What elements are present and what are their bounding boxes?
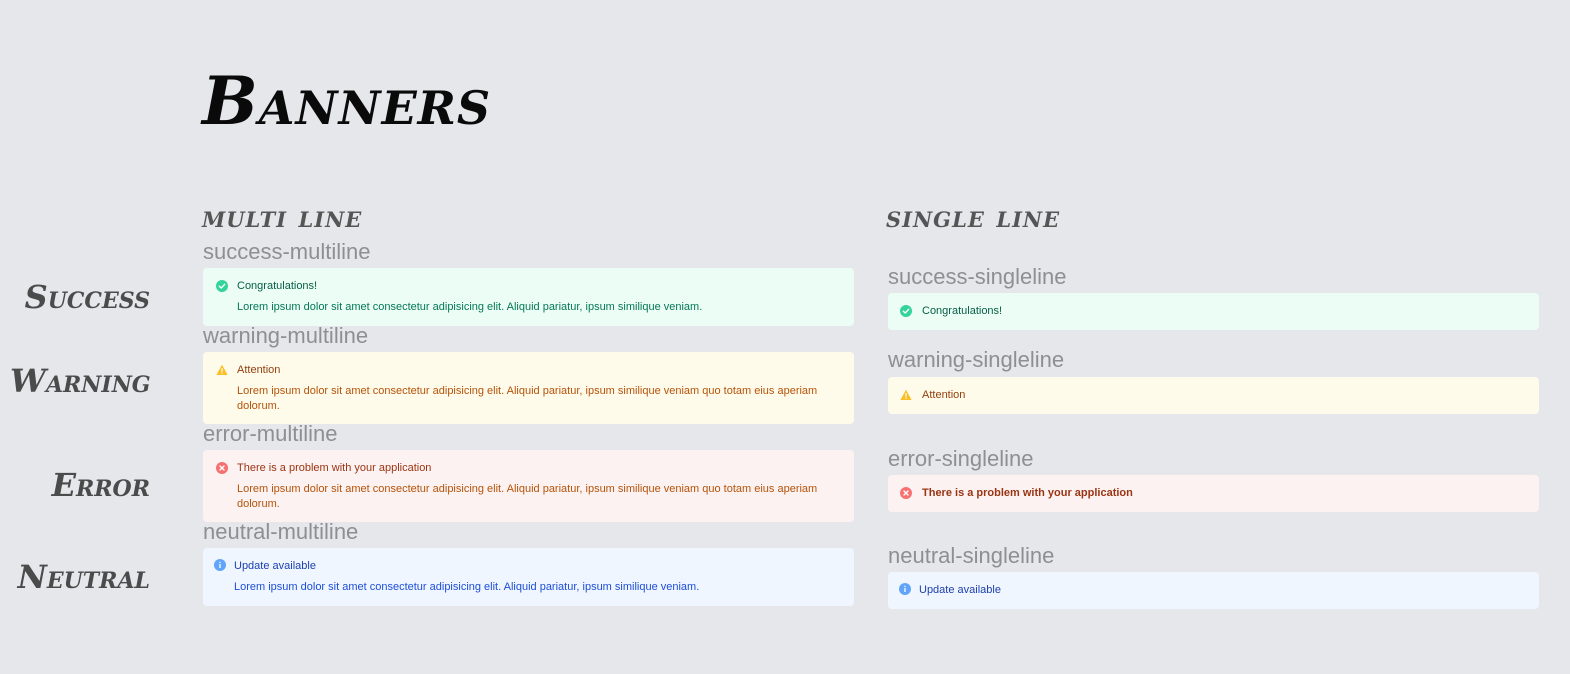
banner-body: Lorem ipsum dolor sit amet consectetur a… — [237, 301, 703, 313]
caption-neutral-singleline: neutral-singleline — [888, 543, 1055, 568]
row-label-neutral: Neutral — [17, 558, 150, 596]
x-circle-icon — [900, 487, 912, 499]
banner-title: There is a problem with your application — [237, 462, 432, 474]
error-banner-singleline: There is a problem with your application — [888, 475, 1539, 512]
warning-banner-multiline: Attention Lorem ipsum dolor sit amet con… — [203, 352, 854, 424]
success-banner-multiline: Congratulations! Lorem ipsum dolor sit a… — [203, 268, 854, 326]
banner-title: There is a problem with your application — [922, 487, 1133, 499]
caption-error-singleline: error-singleline — [888, 446, 1034, 471]
banner-title: Attention — [237, 364, 281, 376]
banner-title: Update available — [919, 584, 1001, 596]
banner-body: Lorem ipsum dolor sit amet consectetur a… — [234, 581, 700, 593]
row-label-success: Success — [24, 278, 150, 316]
check-circle-icon — [900, 305, 912, 317]
caption-success-singleline: success-singleline — [888, 264, 1067, 289]
warning-banner-singleline: Attention — [888, 377, 1539, 414]
info-circle-icon — [214, 559, 226, 571]
banner-title: Attention — [922, 389, 966, 401]
banner-title: Update available — [234, 560, 316, 572]
neutral-banner-multiline: Update available Lorem ipsum dolor sit a… — [203, 548, 854, 606]
caption-error-multiline: error-multiline — [203, 421, 338, 446]
page-title: Banners — [202, 62, 492, 140]
error-banner-multiline: There is a problem with your application… — [203, 450, 854, 522]
banner-title: Congratulations! — [237, 280, 318, 292]
info-circle-icon — [899, 583, 911, 595]
check-circle-icon — [216, 280, 228, 292]
caption-warning-multiline: warning-multiline — [203, 323, 369, 348]
warning-triangle-icon — [216, 364, 228, 375]
banner-body: Lorem ipsum dolor sit amet consectetur a… — [237, 385, 818, 412]
caption-neutral-multiline: neutral-multiline — [203, 519, 359, 544]
column-heading-single-line: single line — [886, 200, 1061, 235]
banner-title: Congratulations! — [922, 305, 1003, 317]
banner-body: Lorem ipsum dolor sit amet consectetur a… — [237, 483, 818, 510]
row-label-warning: Warning — [10, 362, 151, 400]
success-banner-singleline: Congratulations! — [888, 293, 1539, 330]
warning-triangle-icon — [900, 389, 912, 400]
row-label-error: Error — [51, 466, 150, 504]
caption-warning-singleline: warning-singleline — [888, 347, 1065, 372]
neutral-banner-singleline: Update available — [888, 572, 1539, 609]
column-heading-multi-line: multi line — [202, 200, 363, 235]
x-circle-icon — [216, 462, 228, 474]
caption-success-multiline: success-multiline — [203, 239, 371, 264]
